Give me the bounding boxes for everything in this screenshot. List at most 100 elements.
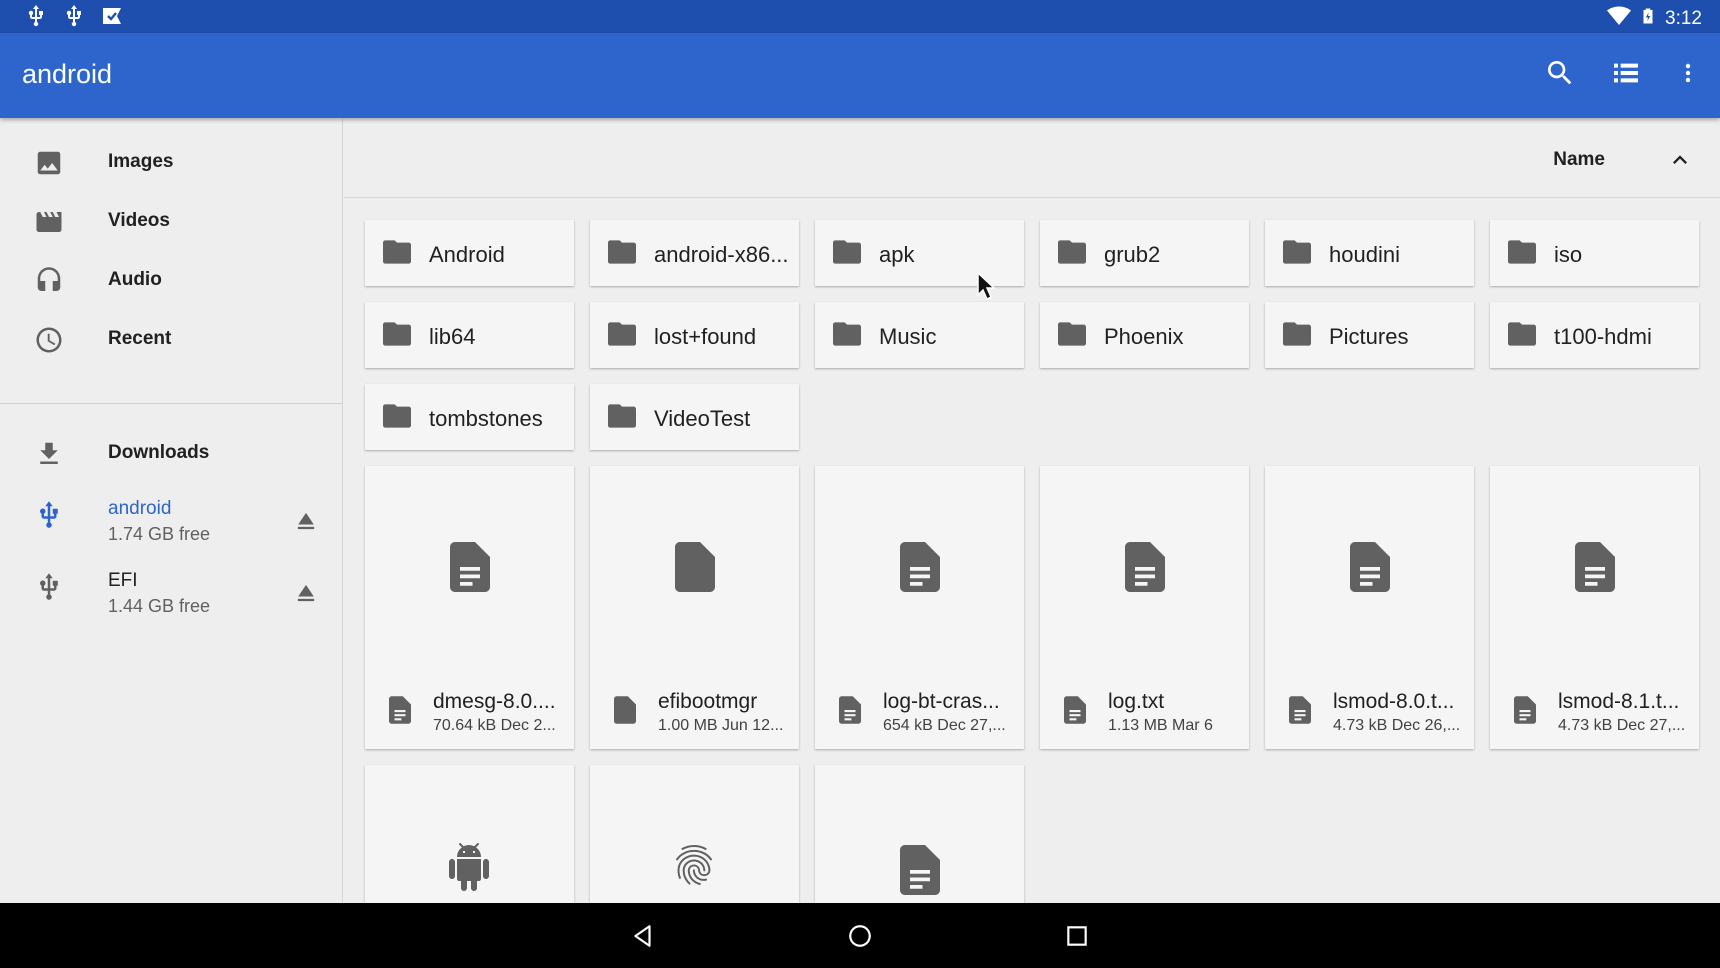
- folder-tile[interactable]: Music: [815, 302, 1024, 368]
- navigation-bar: [0, 903, 1720, 968]
- folder-tile[interactable]: iso: [1490, 220, 1699, 286]
- folder-icon: [1058, 240, 1086, 264]
- sidebar: Images Videos Audio Recent Downloads and…: [0, 118, 343, 903]
- folder-name: tombstones: [429, 406, 543, 431]
- folder-tile[interactable]: VideoTest: [590, 384, 799, 450]
- text-file-icon: [1350, 542, 1390, 592]
- folder-tile[interactable]: Phoenix: [1040, 302, 1249, 368]
- file-tile[interactable]: [590, 765, 799, 905]
- folder-tile[interactable]: grub2: [1040, 220, 1249, 286]
- file-tile[interactable]: log.txt 1.13 MB Mar 6: [1040, 466, 1249, 749]
- folder-icon: [1508, 240, 1536, 264]
- folder-icon: [833, 240, 861, 264]
- sidebar-item-images[interactable]: Images: [0, 132, 343, 192]
- file-tile[interactable]: dmesg-8.0.... 70.64 kB Dec 2...: [365, 466, 574, 749]
- text-file-icon: [389, 696, 411, 724]
- file-tile[interactable]: lsmod-8.0.t... 4.73 kB Dec 26,...: [1265, 466, 1474, 749]
- folder-tile[interactable]: lost+found: [590, 302, 799, 368]
- file-tile[interactable]: efibootmgr 1.00 MB Jun 12...: [590, 466, 799, 749]
- folder-tile[interactable]: Android: [365, 220, 574, 286]
- file-meta: 1.13 MB Mar 6: [1108, 717, 1213, 734]
- list-view-icon[interactable]: [1610, 57, 1642, 94]
- file-tile[interactable]: log-bt-cras... 654 kB Dec 27,...: [815, 466, 1024, 749]
- file-meta: 1.00 MB Jun 12...: [658, 717, 784, 734]
- back-icon[interactable]: [630, 923, 656, 949]
- folder-tile[interactable]: lib64: [365, 302, 574, 368]
- more-vert-icon[interactable]: [1676, 57, 1700, 94]
- folder-tile[interactable]: tombstones: [365, 384, 574, 450]
- home-icon[interactable]: [847, 923, 873, 949]
- video-icon: [36, 212, 62, 232]
- chevron-up-icon[interactable]: [1666, 146, 1694, 174]
- folder-icon: [608, 404, 636, 428]
- folder-tile[interactable]: Pictures: [1265, 302, 1474, 368]
- sidebar-item-label: Downloads: [108, 442, 210, 463]
- file-tile[interactable]: [815, 765, 1024, 905]
- sidebar-item-label: EFI: [108, 570, 138, 591]
- sidebar-item-recent[interactable]: Recent: [0, 309, 343, 369]
- folder-name: Music: [879, 324, 937, 349]
- file-tile[interactable]: lsmod-8.1.t... 4.73 kB Dec 27,...: [1490, 466, 1699, 749]
- folder-tile[interactable]: houdini: [1265, 220, 1474, 286]
- file-name: log-bt-cras...: [883, 690, 1000, 713]
- fingerprint-icon: [675, 845, 712, 885]
- folder-tile[interactable]: t100-hdmi: [1490, 302, 1699, 368]
- text-file-icon: [900, 845, 940, 895]
- text-file-icon: [1064, 696, 1086, 724]
- text-file-icon: [1289, 696, 1311, 724]
- debug-check-icon: [100, 4, 124, 33]
- search-icon[interactable]: [1544, 57, 1576, 94]
- image-icon: [37, 151, 61, 175]
- clock-time: 3:12: [1665, 8, 1702, 29]
- headphones-icon: [37, 267, 61, 291]
- sidebar-item-efi[interactable]: EFI 1.44 GB free: [0, 556, 343, 622]
- folder-icon: [383, 404, 411, 428]
- recents-icon[interactable]: [1064, 923, 1090, 949]
- generic-file-icon: [614, 696, 636, 724]
- text-file-icon: [1575, 542, 1615, 592]
- text-file-icon: [450, 542, 490, 592]
- folder-name: lib64: [429, 324, 476, 349]
- sidebar-item-label: Recent: [108, 328, 172, 349]
- sidebar-item-free-space: 1.44 GB free: [108, 596, 211, 616]
- folder-name: Android: [429, 242, 505, 267]
- file-tile[interactable]: [365, 765, 574, 905]
- file-name: log.txt: [1108, 690, 1165, 713]
- folder-icon: [1283, 322, 1311, 346]
- folder-name: iso: [1554, 242, 1583, 267]
- android-icon: [449, 843, 489, 891]
- eject-icon[interactable]: [292, 579, 320, 607]
- folder-name: apk: [879, 242, 915, 267]
- sidebar-item-audio[interactable]: Audio: [0, 250, 343, 310]
- sidebar-item-videos[interactable]: Videos: [0, 191, 343, 251]
- folder-icon: [608, 322, 636, 346]
- usb-icon: [62, 4, 86, 33]
- usb-icon: [40, 573, 58, 600]
- sidebar-item-free-space: 1.74 GB free: [108, 524, 211, 544]
- generic-file-icon: [675, 542, 715, 592]
- clock-icon: [36, 327, 62, 353]
- folder-icon: [1058, 322, 1086, 346]
- file-name: efibootmgr: [658, 690, 758, 713]
- sidebar-item-label: Videos: [108, 210, 170, 231]
- folder-tile[interactable]: android-x86...: [590, 220, 799, 286]
- file-meta: 654 kB Dec 27,...: [883, 717, 1006, 734]
- sidebar-item-label: android: [108, 498, 172, 519]
- file-meta: 4.73 kB Dec 26,...: [1333, 717, 1461, 734]
- mouse-cursor-icon: [977, 272, 996, 301]
- sidebar-item-downloads[interactable]: Downloads: [0, 423, 343, 483]
- sort-bar: Name: [344, 118, 1720, 198]
- file-meta: 4.73 kB Dec 27,...: [1558, 717, 1686, 734]
- status-bar: 3:12: [0, 0, 1720, 33]
- sidebar-item-label: Images: [108, 151, 174, 172]
- folder-icon: [608, 240, 636, 264]
- download-icon: [40, 442, 58, 464]
- wifi-icon: [1607, 4, 1632, 34]
- folder-icon: [383, 240, 411, 264]
- sort-by-name-button[interactable]: Name: [1553, 149, 1605, 171]
- eject-icon[interactable]: [292, 507, 320, 535]
- folder-name: lost+found: [654, 324, 757, 349]
- usb-icon: [24, 4, 48, 33]
- sidebar-item-android[interactable]: android 1.74 GB free: [0, 484, 343, 550]
- folder-name: houdini: [1329, 242, 1400, 267]
